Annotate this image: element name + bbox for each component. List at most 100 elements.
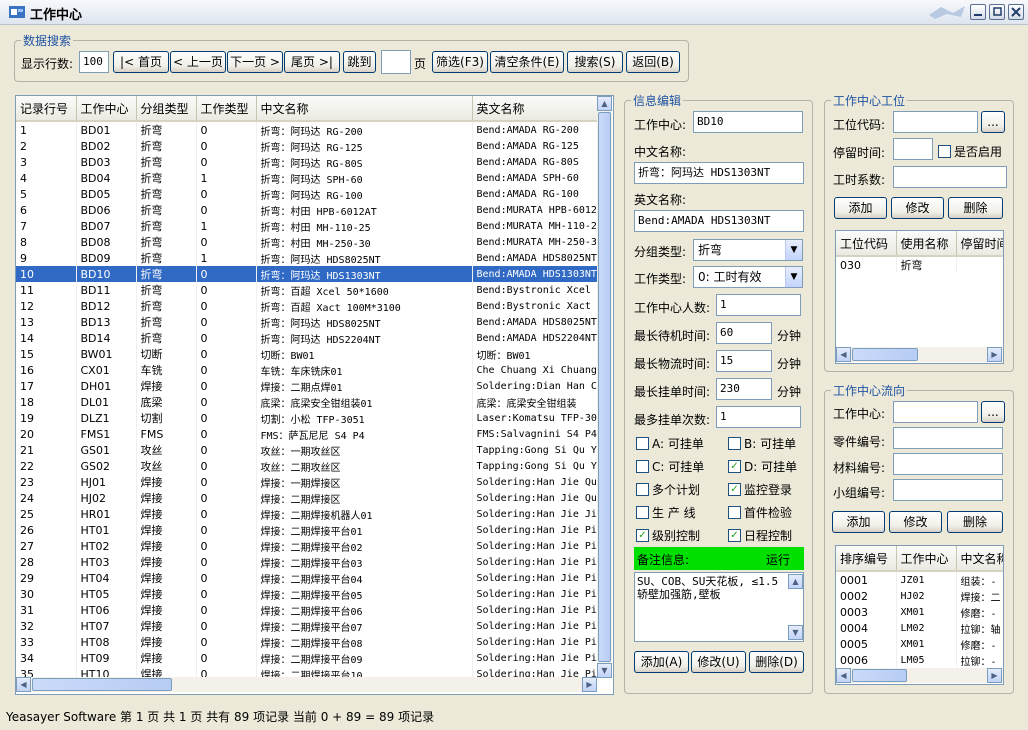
column-header[interactable]: 中文名称 [956, 546, 1003, 572]
close-button[interactable] [1008, 4, 1024, 20]
table-row[interactable]: 27 HT02 焊接 0 焊接：二期焊接平台02 Soldering:Han Jie Pi [16, 538, 599, 554]
station-add-button[interactable]: 添加 [834, 197, 887, 219]
column-header[interactable]: 英文名称 [472, 96, 599, 122]
page-input[interactable] [381, 50, 411, 74]
table-row[interactable]: 28 HT03 焊接 0 焊接：二期焊接平台03 Soldering:Han Jie Pi [16, 554, 599, 570]
option-checkbox[interactable]: B: 可挂单 [728, 435, 796, 452]
option-checkbox[interactable]: A: 可挂单 [636, 435, 704, 452]
station-delete-button[interactable]: 删除 [948, 197, 1003, 219]
remark-textarea[interactable]: SU、COB、SU天花板, ≤1.5 轿壁加强筋,壁板 ▲ ▼ [634, 572, 804, 642]
chevron-down-icon[interactable]: ▼ [785, 267, 802, 287]
option-checkbox[interactable]: C: 可挂单 [636, 458, 704, 475]
flow-browse-button[interactable]: ... [981, 401, 1005, 423]
table-row[interactable]: 7 BD07 折弯 1 折弯：村田 MH-110-25 Bend:MURATA MH-11… [16, 218, 599, 234]
column-header[interactable]: 记录行号 [16, 96, 77, 122]
rows-input[interactable]: 100 [79, 51, 109, 73]
material-number-input[interactable] [893, 453, 1003, 475]
table-row[interactable]: 13 BD13 折弯 0 折弯：阿玛达 HDS8025NT Bend:AMADA HDS8… [16, 314, 599, 330]
factor-input[interactable] [893, 166, 1007, 188]
chevron-down-icon[interactable]: ▼ [785, 240, 802, 260]
search-button[interactable]: 搜索(S) [567, 51, 623, 73]
option-checkbox[interactable]: 首件检验 [728, 504, 792, 521]
table-row[interactable]: 22 GS02 攻丝 0 攻丝：二期攻丝区 Tapping:Gong Si Qu Y [16, 458, 599, 474]
scroll-left-icon[interactable]: ◀ [836, 668, 851, 683]
enable-checkbox[interactable]: 是否启用 [938, 143, 1002, 160]
group-type-select[interactable]: 折弯 ▼ [693, 239, 803, 261]
max-hang-count-input[interactable]: 1 [716, 406, 801, 428]
team-number-input[interactable] [893, 479, 1003, 501]
en-name-input[interactable]: Bend:AMADA HDS1303NT [634, 210, 804, 232]
table-row[interactable]: 9 BD09 折弯 1 折弯：阿玛达 HDS8025NT Bend:AMADA HDS80… [16, 250, 599, 266]
scroll-left-icon[interactable]: ◀ [16, 677, 31, 692]
table-row[interactable]: 0001 JZ01 组装：- [836, 571, 1003, 588]
table-row[interactable]: 0003 XM01 修磨：- [836, 604, 1003, 620]
option-checkbox[interactable]: ✓ 日程控制 [728, 527, 792, 544]
table-row[interactable]: 19 DLZ1 切割 0 切割：小松 TFP-3051 Laser:Komatsu TFP… [16, 410, 599, 426]
first-page-button[interactable]: |< 首页 [113, 51, 169, 73]
column-header[interactable]: 工作中心 [896, 546, 957, 572]
table-row[interactable]: 3 BD03 折弯 0 折弯：阿玛达 RG-80S Bend:AMADA RG-80S [16, 154, 599, 170]
table-row[interactable]: 25 HR01 焊接 0 焊接：二期焊接机器人01 Soldering:Han Jie J… [16, 506, 599, 522]
option-checkbox[interactable]: 多个计划 [636, 481, 700, 498]
table-row[interactable]: 1 BD01 折弯 0 折弯：阿玛达 RG-200 Bend:AMADA RG-200 [16, 121, 599, 138]
table-row[interactable]: 21 GS01 攻丝 0 攻丝：一期攻丝区 Tapping:Gong Si Qu Y [16, 442, 599, 458]
table-row[interactable]: 0005 XM01 修磨：- [836, 636, 1003, 652]
station-hscrollbar[interactable]: ◀ ▶ [836, 347, 1003, 362]
clear-button[interactable]: 清空条件(E) [490, 51, 564, 73]
minimize-button[interactable] [970, 4, 986, 20]
station-scroll-thumb[interactable] [852, 348, 918, 361]
table-row[interactable]: 11 BD11 折弯 0 折弯：百超 Xcel 50*1600 Bend:Bystroni… [16, 282, 599, 298]
column-header[interactable]: 使用名称 [896, 231, 957, 257]
scroll-left-icon[interactable]: ◀ [836, 347, 851, 362]
main-horizontal-scrollbar[interactable]: ◀ ▶ [16, 677, 597, 692]
main-hscroll-thumb[interactable] [32, 678, 172, 691]
max-hang-input[interactable]: 230 [716, 378, 772, 400]
scroll-down-icon[interactable]: ▼ [597, 663, 612, 678]
table-row[interactable]: 0004 LM02 拉铆：轴 [836, 620, 1003, 636]
stay-time-input[interactable] [893, 138, 933, 160]
table-row[interactable]: 8 BD08 折弯 0 折弯：村田 MH-250-30 Bend:MURATA MH-25… [16, 234, 599, 250]
prev-page-button[interactable]: < 上一页 [170, 51, 226, 73]
flow-hscrollbar[interactable]: ◀ ▶ [836, 668, 1003, 683]
edit-delete-button[interactable]: 删除(D) [749, 651, 804, 673]
table-row[interactable]: 6 BD06 折弯 0 折弯：村田 HPB-6012AT Bend:MURATA HPB-… [16, 202, 599, 218]
column-header[interactable]: 分组类型 [136, 96, 197, 122]
table-row[interactable]: 18 DL01 底梁 0 底梁：底梁安全钳组装01 底梁：底梁安全钳组装 [16, 394, 599, 410]
table-row[interactable]: 30 HT05 焊接 0 焊接：二期焊接平台05 Soldering:Han Jie Pi [16, 586, 599, 602]
table-row[interactable]: 29 HT04 焊接 0 焊接：二期焊接平台04 Soldering:Han Jie Pi [16, 570, 599, 586]
station-browse-button[interactable]: ... [981, 111, 1005, 133]
table-row[interactable]: 34 HT09 焊接 0 焊接：二期焊接平台09 Soldering:Han Jie Pi [16, 650, 599, 666]
cn-name-input[interactable]: 折弯：阿玛达 HDS1303NT [634, 162, 804, 184]
table-row[interactable]: 0006 LM05 拉铆：- [836, 652, 1003, 668]
table-row[interactable]: 14 BD14 折弯 0 折弯：阿玛达 HDS2204NT Bend:AMADA HDS2… [16, 330, 599, 346]
scroll-right-icon[interactable]: ▶ [987, 668, 1002, 683]
max-wait-input[interactable]: 60 [716, 322, 772, 344]
station-code-input[interactable] [893, 111, 978, 133]
table-row[interactable]: 26 HT01 焊接 0 焊接：二期焊接平台01 Soldering:Han Jie Pi [16, 522, 599, 538]
table-row[interactable]: 15 BW01 切断 0 切断：BW01 切断：BW01 [16, 346, 599, 362]
table-row[interactable]: 20 FMS1 FMS 0 FMS：萨瓦尼尼 S4 P4 FMS:Salvagnini S… [16, 426, 599, 442]
scroll-down-icon[interactable]: ▼ [788, 625, 803, 640]
option-checkbox[interactable]: ✓ D: 可挂单 [728, 458, 797, 475]
table-row[interactable]: 16 CX01 车铣 0 车铣：车床铣床01 Che Chuang Xi Chuang [16, 362, 599, 378]
option-checkbox[interactable]: 生 产 线 [636, 504, 696, 521]
table-row[interactable]: 0002 HJ02 焊接：二 [836, 588, 1003, 604]
scroll-up-icon[interactable]: ▲ [597, 96, 612, 111]
flow-add-button[interactable]: 添加 [832, 511, 885, 533]
main-vertical-scrollbar[interactable]: ▲ ▼ [597, 96, 612, 678]
column-header[interactable]: 工作中心 [76, 96, 137, 122]
table-row[interactable]: 31 HT06 焊接 0 焊接：二期焊接平台06 Soldering:Han Jie Pi [16, 602, 599, 618]
max-logistics-input[interactable]: 15 [716, 350, 772, 372]
people-input[interactable]: 1 [716, 294, 801, 316]
column-header[interactable]: 工作类型 [196, 96, 257, 122]
column-header[interactable]: 停留时间 [956, 231, 1003, 257]
next-page-button[interactable]: 下一页 > [227, 51, 283, 73]
work-type-select[interactable]: 0: 工时有效 ▼ [693, 266, 803, 288]
restore-button[interactable] [989, 4, 1005, 20]
column-header[interactable]: 排序编号 [836, 546, 897, 572]
edit-add-button[interactable]: 添加(A) [634, 651, 689, 673]
option-checkbox[interactable]: ✓ 监控登录 [728, 481, 792, 498]
table-row[interactable]: 24 HJ02 焊接 0 焊接：二期焊接区 Soldering:Han Jie Qu [16, 490, 599, 506]
table-row[interactable]: 32 HT07 焊接 0 焊接：二期焊接平台07 Soldering:Han Jie Pi [16, 618, 599, 634]
option-checkbox[interactable]: ✓ 级别控制 [636, 527, 700, 544]
